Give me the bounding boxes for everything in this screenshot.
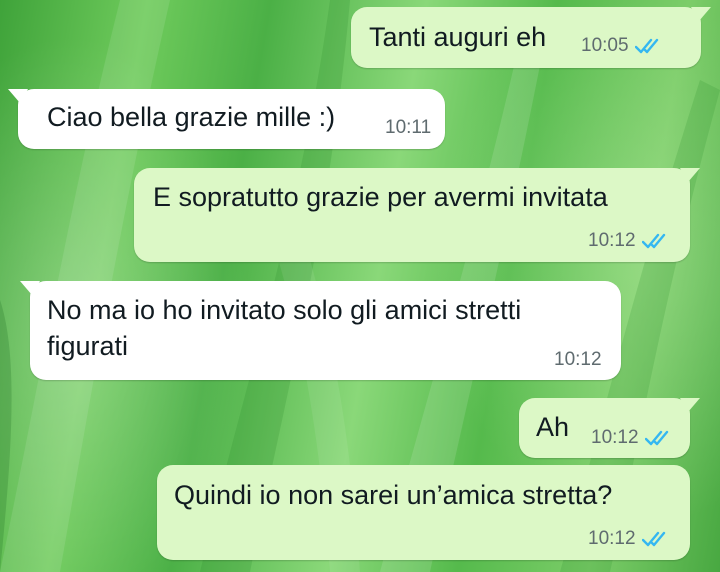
message-text-line: figurati	[47, 331, 129, 361]
bubble-tail	[680, 398, 700, 412]
message-text: Ah	[536, 412, 570, 442]
message-text: Ciao bella grazie mille :)	[47, 102, 336, 132]
message-time: 10:05	[581, 35, 629, 56]
message-text: E sopratutto grazie per avermi invitata	[153, 182, 608, 212]
read-ticks-icon	[644, 430, 668, 446]
bubble-tail	[680, 168, 700, 182]
message-bubble-outgoing[interactable]: Ah 10:12	[519, 398, 700, 458]
read-ticks-icon	[641, 233, 665, 249]
message-bubble-incoming[interactable]: No ma io ho invitato solo gli amici stre…	[20, 281, 621, 380]
message-time: 10:12	[591, 427, 639, 448]
message-bubble-outgoing[interactable]: Quindi io non sarei un’amica stretta? 10…	[157, 465, 690, 560]
message-time: 10:12	[588, 230, 636, 251]
message-time: 10:12	[588, 528, 636, 549]
message-bubble-outgoing[interactable]: E sopratutto grazie per avermi invitata …	[134, 168, 700, 262]
message-text: Tanti auguri eh	[369, 22, 547, 52]
message-text-line: No ma io ho invitato solo gli amici stre…	[47, 295, 522, 325]
message-time: 10:11	[385, 117, 432, 138]
message-time: 10:12	[554, 349, 602, 370]
bubble-tail	[20, 281, 40, 295]
message-text: Quindi io non sarei un’amica stretta?	[174, 480, 613, 510]
bubble-tail	[691, 7, 711, 21]
chat-area[interactable]: Tanti auguri eh 10:05 Ciao bella grazie …	[0, 0, 720, 572]
message-bubble-outgoing[interactable]: Tanti auguri eh 10:05	[351, 7, 711, 68]
bubble-tail	[8, 89, 28, 103]
read-ticks-icon	[641, 531, 665, 547]
message-bubble-incoming[interactable]: Ciao bella grazie mille :) 10:11	[8, 89, 445, 149]
read-ticks-icon	[634, 38, 658, 54]
